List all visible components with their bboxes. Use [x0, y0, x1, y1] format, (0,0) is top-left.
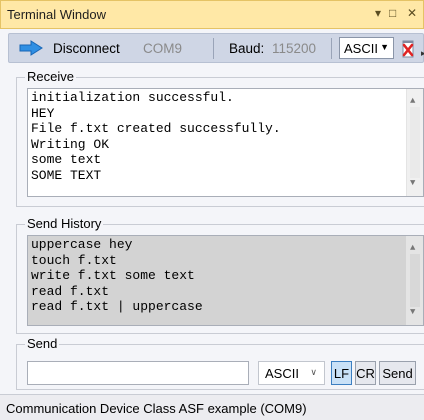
- send-mode-value: ASCII: [265, 366, 299, 381]
- history-scrollbar[interactable]: ▲ ▼: [406, 236, 423, 325]
- baud-value: 115200: [272, 41, 317, 56]
- receive-output[interactable]: initialization successful. HEY File f.tx…: [27, 88, 424, 197]
- send-input[interactable]: [27, 361, 249, 385]
- receive-line: Writing OK: [31, 136, 110, 152]
- send-history-list[interactable]: uppercase hey touch f.txt write f.txt so…: [27, 235, 424, 326]
- send-button[interactable]: Send: [379, 361, 416, 385]
- send-legend: Send: [25, 336, 60, 351]
- history-item[interactable]: read f.txt: [31, 284, 420, 300]
- receive-legend: Receive: [25, 69, 76, 84]
- cr-toggle[interactable]: CR: [355, 361, 376, 385]
- receive-line: SOME TEXT: [31, 167, 102, 183]
- close-icon[interactable]: ✕: [407, 6, 417, 20]
- scroll-thumb[interactable]: [410, 254, 420, 307]
- receive-line: HEY: [31, 105, 55, 121]
- maximize-icon[interactable]: □: [389, 6, 396, 20]
- send-history-legend: Send History: [25, 216, 104, 231]
- receive-line: some text: [31, 152, 102, 167]
- port-name: COM9: [143, 41, 183, 56]
- arrow-right-icon[interactable]: [19, 40, 43, 56]
- send-row: ASCII ∨ LF CR Send: [27, 361, 424, 385]
- display-mode-select[interactable]: ASCII ▼: [339, 37, 394, 59]
- connection-toolbar: Disconnect COM9 Baud: 115200 ASCII ▼ ▸: [8, 33, 424, 63]
- history-item[interactable]: uppercase hey: [31, 237, 420, 253]
- send-mode-select[interactable]: ASCII ∨: [258, 361, 325, 385]
- toolbar-separator: [331, 38, 332, 59]
- chevron-down-icon: ∨: [310, 367, 317, 377]
- status-text: Communication Device Class ASF example (…: [6, 401, 307, 416]
- chevron-down-icon: ▼: [380, 42, 389, 52]
- scroll-down-icon[interactable]: ▼: [410, 176, 415, 192]
- send-history-group: Send History uppercase hey touch f.txt w…: [16, 216, 424, 334]
- window-menu-icon[interactable]: ▾: [375, 6, 381, 20]
- history-item[interactable]: touch f.txt: [31, 253, 420, 269]
- toolbar-separator: [213, 38, 214, 59]
- lf-toggle[interactable]: LF: [331, 361, 352, 385]
- history-item[interactable]: write f.txt some text: [31, 268, 420, 284]
- receive-group: Receive initialization successful. HEY F…: [16, 69, 424, 207]
- title-bar: Terminal Window ▾ □ ✕: [0, 0, 424, 29]
- scroll-down-icon[interactable]: ▼: [410, 305, 415, 321]
- receive-line: File f.txt created successfully.: [31, 121, 281, 136]
- history-item[interactable]: read f.txt | uppercase: [31, 299, 420, 315]
- scroll-thumb[interactable]: [410, 107, 420, 178]
- clear-document-icon[interactable]: [401, 39, 415, 59]
- disconnect-button[interactable]: Disconnect: [53, 41, 120, 56]
- send-group: Send ASCII ∨ LF CR Send: [16, 336, 424, 390]
- receive-line: initialization successful.: [31, 90, 234, 105]
- window-title: Terminal Window: [7, 7, 106, 22]
- receive-scrollbar[interactable]: ▲ ▼: [406, 89, 423, 196]
- display-mode-value: ASCII: [344, 41, 378, 56]
- status-bar: Communication Device Class ASF example (…: [0, 394, 424, 420]
- baud-label: Baud:: [229, 41, 265, 56]
